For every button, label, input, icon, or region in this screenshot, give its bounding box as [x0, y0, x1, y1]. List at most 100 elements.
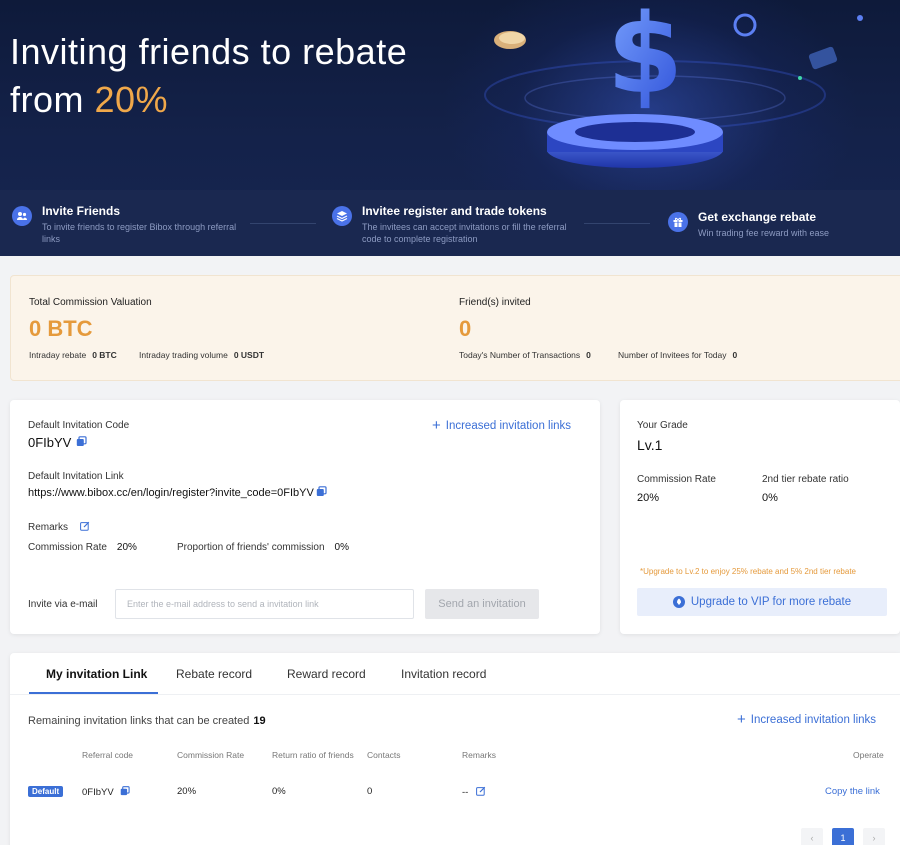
steps-bar: Invite Friends To invite friends to regi… [0, 190, 900, 256]
grade-label: Your Grade [637, 420, 688, 431]
today-invitees: Number of Invitees for Today 0 [618, 350, 737, 360]
friends-invited-label: Friend(s) invited [459, 297, 531, 308]
step-register-trade: Invitee register and trade tokens The in… [332, 204, 572, 245]
today-invitees-label: Number of Invitees for Today [618, 350, 727, 360]
tab-rebate-record[interactable]: Rebate record [176, 667, 252, 693]
upgrade-note: *Upgrade to Lv.2 to enjoy 25% rebate and… [640, 567, 856, 576]
upgrade-vip-label: Upgrade to VIP for more rebate [690, 596, 852, 608]
pager-prev-button[interactable]: ‹ [801, 828, 823, 845]
hero-banner: Inviting friends to rebate from 20% $ In… [0, 0, 900, 256]
hero-title-prefix: from [10, 79, 95, 120]
row-contacts: 0 [367, 786, 373, 797]
row-remarks: -- [462, 786, 486, 799]
intraday-rebate-label: Intraday rebate [29, 350, 87, 360]
svg-text:$: $ [607, 0, 684, 118]
friends-proportion: Proportion of friends' commission 0% [177, 542, 349, 553]
col-referral-code: Referral code [82, 750, 134, 760]
dollar-platform-illustration: $ [484, 0, 863, 168]
hero-title-line2: from 20% [10, 76, 407, 124]
hero-title-line1: Inviting friends to rebate [10, 31, 408, 72]
row-remarks-value: -- [462, 787, 469, 798]
remaining-links-value: 19 [253, 715, 266, 727]
increase-links-button-table[interactable]: + Increased invitation links [737, 711, 877, 728]
remaining-links: Remaining invitation links that can be c… [28, 715, 266, 727]
intraday-volume-value: 0 USDT [233, 350, 265, 360]
grade-commission-label: Commission Rate [637, 474, 716, 485]
tier2-label: 2nd tier rebate ratio [762, 474, 849, 485]
upgrade-vip-button[interactable]: Upgrade to VIP for more rebate [637, 588, 887, 616]
remarks: Remarks [28, 521, 90, 534]
invitation-link-value: https://www.bibox.cc/en/login/register?i… [28, 487, 314, 499]
copy-icon[interactable] [76, 435, 87, 450]
send-invitation-button[interactable]: Send an invitation [425, 589, 539, 619]
row-commission-rate: 20% [177, 786, 197, 797]
friends-proportion-value: 0% [334, 542, 349, 553]
invitation-code-label: Default Invitation Code [28, 420, 130, 431]
plus-icon: + [737, 711, 746, 728]
step-divider [250, 223, 316, 224]
remarks-label: Remarks [28, 522, 69, 533]
pager-next-button[interactable]: › [863, 828, 885, 845]
tier2-value: 0% [762, 492, 778, 504]
step-get-rebate: Get exchange rebate Win trading fee rewa… [668, 210, 900, 239]
remaining-links-label: Remaining invitation links that can be c… [28, 715, 250, 727]
friends-invited-value: 0 [459, 316, 472, 341]
commission-label: Total Commission Valuation [29, 297, 152, 308]
intraday-rebate-value: 0 BTC [92, 350, 117, 360]
layers-icon [332, 206, 352, 226]
today-transactions: Today's Number of Transactions 0 [459, 350, 591, 360]
row-referral-code-value: 0FIbYV [82, 787, 114, 798]
intraday-volume: Intraday trading volume 0 USDT [139, 350, 264, 360]
invitation-link-label: Default Invitation Link [28, 471, 124, 482]
copy-icon[interactable] [120, 786, 130, 799]
copy-link-button[interactable]: Copy the link [825, 786, 880, 797]
step-title: Get exchange rebate [698, 210, 817, 224]
email-input[interactable] [115, 589, 414, 619]
invitation-card: Default Invitation Code 0FIbYV + Increas… [10, 400, 600, 634]
col-contacts: Contacts [367, 750, 401, 760]
intraday-volume-label: Intraday trading volume [139, 350, 228, 360]
invitation-code: 0FIbYV [28, 435, 87, 450]
step-desc: The invitees can accept invitations or f… [362, 222, 567, 244]
grade-commission-value: 20% [637, 492, 660, 504]
commission-value: 0 BTC [29, 316, 93, 341]
friends-proportion-label: Proportion of friends' commission [177, 542, 325, 553]
step-desc: Win trading fee reward with ease [698, 228, 830, 238]
tab-my-invitation-link[interactable]: My invitation Link [46, 667, 147, 693]
records-panel: My invitation Link Rebate record Reward … [10, 653, 900, 845]
copy-icon[interactable] [316, 486, 327, 500]
users-icon [12, 206, 32, 226]
commission-rate-label: Commission Rate [28, 542, 107, 553]
tab-reward-record[interactable]: Reward record [287, 667, 366, 693]
col-operate: Operate [853, 750, 884, 760]
step-divider [584, 223, 650, 224]
step-invite-friends: Invite Friends To invite friends to regi… [12, 204, 252, 245]
tab-invitation-record[interactable]: Invitation record [401, 667, 486, 693]
today-invitees-value: 0 [732, 350, 738, 360]
increase-links-label: Increased invitation links [750, 714, 877, 726]
step-desc: To invite friends to register Bibox thro… [42, 222, 237, 244]
edit-icon[interactable] [80, 521, 90, 534]
edit-icon[interactable] [476, 786, 486, 799]
invitation-code-value: 0FIbYV [28, 435, 72, 450]
rocket-icon [672, 596, 685, 608]
grade-card: Your Grade Lv.1 Commission Rate 20% 2nd … [620, 400, 900, 634]
plus-icon: + [432, 417, 441, 434]
pager-page-1[interactable]: 1 [832, 828, 854, 845]
col-commission-rate: Commission Rate [177, 750, 245, 760]
col-return-ratio: Return ratio of friends [272, 750, 354, 760]
tabs-divider [10, 694, 900, 695]
gift-icon [668, 212, 688, 232]
today-transactions-value: 0 [586, 350, 591, 360]
step-title: Invitee register and trade tokens [362, 204, 547, 218]
increase-links-label: Increased invitation links [445, 420, 572, 432]
step-title: Invite Friends [42, 204, 121, 218]
increase-links-button[interactable]: + Increased invitation links [432, 417, 572, 434]
commission-stats-panel: Total Commission Valuation 0 BTC Intrada… [10, 275, 900, 381]
commission-rate-value: 20% [116, 542, 137, 553]
hero-title: Inviting friends to rebate from 20% [10, 28, 407, 124]
grade-value: Lv.1 [637, 437, 663, 453]
commission-rate: Commission Rate 20% [28, 542, 137, 553]
row-referral-code: 0FIbYV [82, 786, 130, 799]
invitation-link: https://www.bibox.cc/en/login/register?i… [28, 486, 327, 500]
